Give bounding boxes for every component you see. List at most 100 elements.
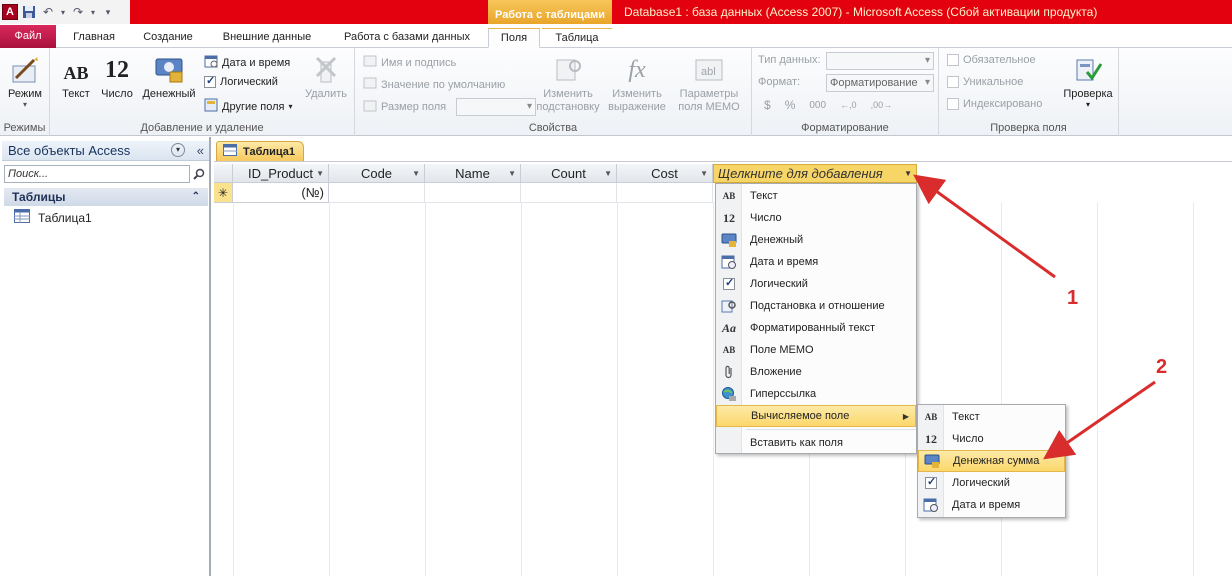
chevron-down-icon[interactable]: ▼: [904, 165, 912, 182]
menu-item-paste-as-fields[interactable]: Вставить как поля: [716, 432, 916, 454]
number-icon: 12: [723, 210, 735, 225]
new-record-cell[interactable]: [617, 183, 713, 203]
select-all-corner[interactable]: [214, 164, 233, 183]
delete-field-button[interactable]: Удалить: [302, 52, 350, 100]
thousands-icon[interactable]: 000: [809, 100, 826, 111]
chevron-down-icon: ▾: [22, 100, 27, 109]
column-header-code[interactable]: Code ▼: [329, 164, 425, 183]
customize-qat-icon[interactable]: ▾: [100, 4, 116, 20]
dollar-icon[interactable]: $: [764, 98, 771, 112]
new-record-selector[interactable]: ✳: [214, 183, 233, 203]
number-icon: 12: [925, 431, 937, 446]
menu-item-attachment[interactable]: Вложение: [716, 361, 916, 383]
add-currency-field-button[interactable]: Денежный: [138, 52, 200, 100]
chevron-down-icon[interactable]: ▼: [604, 164, 612, 183]
tab-file[interactable]: Файл: [0, 25, 56, 48]
search-icon[interactable]: [190, 165, 208, 183]
other-fields-button[interactable]: Другие поля ▾: [204, 98, 293, 115]
add-text-label: Текст: [62, 88, 90, 100]
view-mode-label: Режим: [8, 88, 42, 100]
submenu-item-number[interactable]: 12 Число: [918, 428, 1065, 450]
view-mode-button[interactable]: Режим ▾: [4, 52, 46, 109]
menu-item-number[interactable]: 12 Число: [716, 207, 916, 229]
chevron-down-icon[interactable]: ▾: [89, 4, 97, 20]
collapse-nav-icon[interactable]: «: [197, 141, 204, 161]
menu-item-datetime[interactable]: Дата и время: [716, 251, 916, 273]
menu-item-label: Денежная сумма: [953, 455, 1040, 467]
undo-icon[interactable]: ↶: [40, 4, 56, 20]
chevron-down-icon[interactable]: ▼: [316, 164, 324, 183]
percent-icon[interactable]: %: [785, 98, 796, 112]
menu-item-lookup[interactable]: Подстановка и отношение: [716, 295, 916, 317]
tab-table[interactable]: Таблица: [542, 28, 612, 48]
tab-database-tools[interactable]: Работа с базами данных: [330, 28, 484, 48]
menu-item-memo[interactable]: AB Поле MEMO: [716, 339, 916, 361]
change-lookup-button[interactable]: Изменить подстановку: [533, 52, 603, 114]
ribbon-tabs: Файл Главная Создание Внешние данные Раб…: [0, 24, 1232, 48]
nav-search-input[interactable]: Поиск...: [4, 165, 190, 183]
nav-header[interactable]: Все объекты Access ▾ «: [2, 141, 209, 161]
menu-item-calculated-field[interactable]: Вычисляемое поле ▶: [716, 405, 916, 427]
nav-item-table1[interactable]: Таблица1: [14, 209, 92, 226]
field-size-input[interactable]: [456, 98, 537, 116]
submenu-item-text[interactable]: AB Текст: [918, 406, 1065, 428]
add-column-header[interactable]: Щелкните для добавления ▼: [713, 164, 917, 183]
nav-menu-icon[interactable]: ▾: [171, 143, 185, 157]
window-title: Database1 : база данных (Access 2007) - …: [624, 5, 1098, 19]
nav-group-tables[interactable]: Таблицы ⌃: [4, 188, 208, 206]
column-header-name[interactable]: Name ▼: [425, 164, 521, 183]
delete-icon: [313, 52, 339, 84]
redo-icon[interactable]: ↷: [70, 4, 86, 20]
add-logical-button[interactable]: Логический: [204, 74, 278, 88]
add-text-field-button[interactable]: AB Текст: [58, 52, 94, 100]
new-record-cell[interactable]: [425, 183, 521, 203]
save-icon[interactable]: [21, 4, 37, 20]
submenu-item-datetime[interactable]: Дата и время: [918, 494, 1065, 516]
add-number-field-button[interactable]: 12 Число: [98, 52, 136, 100]
new-record-id-cell[interactable]: (№): [233, 183, 329, 203]
memo-settings-button[interactable]: abl Параметры поля MEMO: [671, 52, 747, 114]
validation-check-button[interactable]: Проверка ▾: [1061, 52, 1115, 109]
required-option[interactable]: Обязательное: [947, 54, 1036, 66]
data-type-select[interactable]: [826, 52, 934, 70]
chevron-down-icon[interactable]: ▼: [412, 164, 420, 183]
tab-fields[interactable]: Поля: [488, 28, 540, 48]
submenu-item-logical[interactable]: Логический: [918, 472, 1065, 494]
format-select[interactable]: Форматирование: [826, 74, 934, 92]
document-tab[interactable]: Таблица1: [216, 141, 304, 161]
indexed-checkbox[interactable]: [947, 98, 959, 110]
required-checkbox[interactable]: [947, 54, 959, 66]
change-expression-button[interactable]: fx Изменить выражение: [603, 52, 671, 114]
add-datetime-button[interactable]: Дата и время: [204, 54, 290, 71]
chevron-down-icon[interactable]: ▼: [700, 164, 708, 183]
chevron-down-icon[interactable]: ▼: [508, 164, 516, 183]
unique-checkbox[interactable]: [947, 76, 959, 88]
increase-decimals-icon[interactable]: ←,0: [840, 100, 857, 110]
column-header-id-product[interactable]: ID_Product ▼: [233, 164, 329, 183]
indexed-option[interactable]: Индексировано: [947, 98, 1042, 110]
menu-item-hyperlink[interactable]: Гиперссылка: [716, 383, 916, 405]
column-header-label: Name: [455, 166, 490, 181]
default-value-button[interactable]: Значение по умолчанию: [363, 76, 505, 93]
unique-label: Уникальное: [963, 76, 1024, 88]
name-caption-button[interactable]: Имя и подпись: [363, 54, 456, 71]
access-app-icon[interactable]: A: [2, 4, 18, 20]
menu-item-text[interactable]: AB Текст: [716, 185, 916, 207]
tab-external-data[interactable]: Внешние данные: [208, 28, 326, 48]
menu-item-rich-text[interactable]: Aa Форматированный текст: [716, 317, 916, 339]
collapse-group-icon[interactable]: ⌃: [192, 188, 200, 206]
chevron-down-icon[interactable]: ▾: [59, 4, 67, 20]
new-record-cell[interactable]: [329, 183, 425, 203]
column-header-label: Code: [360, 166, 393, 181]
column-header-cost[interactable]: Cost ▼: [617, 164, 713, 183]
submenu-item-currency[interactable]: Денежная сумма: [918, 450, 1065, 472]
unique-option[interactable]: Уникальное: [947, 76, 1023, 88]
menu-item-currency[interactable]: Денежный: [716, 229, 916, 251]
menu-item-logical[interactable]: Логический: [716, 273, 916, 295]
tab-home[interactable]: Главная: [60, 28, 128, 48]
column-header-count[interactable]: Count ▼: [521, 164, 617, 183]
new-record-cell[interactable]: [521, 183, 617, 203]
tab-create[interactable]: Создание: [132, 28, 204, 48]
decrease-decimals-icon[interactable]: ,00→: [871, 100, 893, 110]
chevron-down-icon: ▾: [288, 102, 293, 111]
